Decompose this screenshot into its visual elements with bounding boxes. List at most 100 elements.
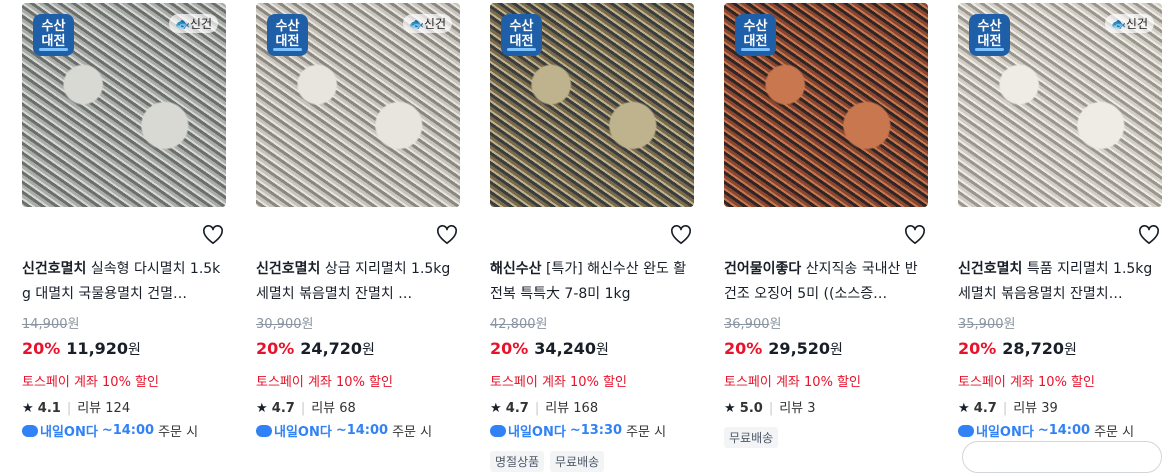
- delivery-cutoff: ~14:00: [101, 423, 155, 438]
- delivery-brand: 내일ON다: [274, 425, 332, 440]
- original-price-value: 30,900: [256, 317, 302, 332]
- delivery-info: 내일ON다 ~13:30 주문 시: [490, 421, 666, 440]
- product-image[interactable]: 수산 대전 🐟신건: [958, 3, 1162, 207]
- sale-price-unit: 원: [128, 342, 141, 358]
- promo-text: 토스페이 계좌 10% 할인: [490, 375, 627, 390]
- next-day-delivery-badge: 내일ON다: [490, 421, 566, 440]
- delivery-brand: 내일ON다: [508, 425, 566, 440]
- truck-icon: [490, 424, 506, 437]
- promo-text: 토스페이 계좌 10% 할인: [256, 375, 393, 390]
- delivery-brand: 내일ON다: [976, 425, 1034, 440]
- badge-label-bottom: 대전: [509, 34, 534, 49]
- product-tag: 무료배송: [550, 451, 605, 472]
- divider: |: [1002, 401, 1008, 416]
- rating-row: ★ 4.7 | 리뷰 168: [490, 397, 598, 416]
- badge-wave-icon: [975, 48, 1004, 51]
- sale-price-value: 28,720: [1002, 339, 1065, 358]
- product-image[interactable]: 수산 대전: [490, 3, 694, 207]
- badge-wave-icon: [507, 48, 536, 51]
- heart-icon[interactable]: [436, 225, 458, 245]
- badge-label-bottom: 대전: [275, 34, 300, 49]
- delivery-suffix: 주문 시: [1094, 425, 1135, 440]
- product-title[interactable]: 신건호멸치 상급 지리멸치 1.5kg 세멸치 볶음멸치 잔멸치 …: [256, 257, 460, 307]
- seller-name: 건어물이좋다: [724, 261, 802, 277]
- original-price: 35,900원: [958, 313, 1015, 332]
- seafood-daejeon-badge: 수산 대전: [33, 14, 74, 56]
- delivery-info: 내일ON다 ~14:00 주문 시: [22, 421, 198, 440]
- original-price-value: 36,900: [724, 317, 770, 332]
- original-price: 14,900원: [22, 313, 79, 332]
- product-title[interactable]: 신건호멸치 특품 지리멸치 1.5kg 세멸치 볶음용멸치 잔멸치…: [958, 257, 1162, 307]
- seller-name: 신건호멸치: [22, 261, 87, 277]
- promo-text: 토스페이 계좌 10% 할인: [724, 375, 861, 390]
- delivery-brand: 내일ON다: [40, 425, 98, 440]
- seafood-daejeon-badge: 수산 대전: [267, 14, 308, 56]
- divider: |: [66, 401, 72, 416]
- seller-logo: 🐟신건: [402, 14, 452, 33]
- star-icon: ★: [256, 401, 268, 416]
- truck-icon: [958, 424, 974, 437]
- promo-text: 토스페이 계좌 10% 할인: [22, 375, 159, 390]
- delivery-suffix: 주문 시: [158, 425, 199, 440]
- heart-icon[interactable]: [202, 225, 224, 245]
- original-price-value: 14,900: [22, 317, 68, 332]
- heart-icon[interactable]: [904, 225, 926, 245]
- original-price-unit: 원: [1003, 317, 1016, 332]
- discount-rate: 20%: [724, 339, 763, 358]
- next-day-delivery-badge: 내일ON다: [256, 421, 332, 440]
- divider: |: [534, 401, 540, 416]
- seller-logo: 🐟신건: [1104, 14, 1154, 33]
- heart-icon[interactable]: [1138, 225, 1160, 245]
- product-card[interactable]: 수산 대전 해신수산 [특가] 해신수산 완도 활전복 특특大 7-8미 1kg…: [490, 3, 694, 472]
- heart-icon[interactable]: [670, 225, 692, 245]
- discount-rate: 20%: [958, 339, 997, 358]
- sale-price-value: 24,720: [300, 339, 363, 358]
- product-title[interactable]: 신건호멸치 실속형 다시멸치 1.5kg 대멸치 국물용멸치 건멸…: [22, 257, 226, 307]
- sale-price-value: 29,520: [768, 339, 831, 358]
- review-count: 리뷰 3: [779, 401, 816, 416]
- product-title[interactable]: 해신수산 [특가] 해신수산 완도 활전복 특특大 7-8미 1kg: [490, 257, 694, 307]
- seafood-daejeon-badge: 수산 대전: [735, 14, 776, 56]
- sale-price-unit: 원: [830, 342, 843, 358]
- recent-products-floating-button[interactable]: [962, 441, 1162, 473]
- product-image[interactable]: 수산 대전 🐟신건: [256, 3, 460, 207]
- product-card[interactable]: 수산 대전 🐟신건 신건호멸치 특품 지리멸치 1.5kg 세멸치 볶음용멸치 …: [958, 3, 1162, 440]
- product-card[interactable]: 수산 대전 🐟신건 신건호멸치 실속형 다시멸치 1.5kg 대멸치 국물용멸치…: [22, 3, 226, 440]
- star-icon: ★: [490, 401, 502, 416]
- seller-name: 신건호멸치: [256, 261, 321, 277]
- badge-wave-icon: [741, 48, 770, 51]
- review-count: 리뷰 124: [77, 401, 131, 416]
- seafood-daejeon-badge: 수산 대전: [501, 14, 542, 56]
- badge-label-top: 수산: [509, 19, 534, 34]
- original-price: 36,900원: [724, 313, 781, 332]
- delivery-suffix: 주문 시: [626, 425, 667, 440]
- seafood-daejeon-badge: 수산 대전: [969, 14, 1010, 56]
- original-price-unit: 원: [769, 317, 782, 332]
- sale-price: 20% 29,520원: [724, 339, 843, 359]
- discount-rate: 20%: [22, 339, 61, 358]
- delivery-suffix: 주문 시: [392, 425, 433, 440]
- rating-row: ★ 4.7 | 리뷰 39: [958, 397, 1058, 416]
- truck-icon: [256, 424, 272, 437]
- star-icon: ★: [958, 401, 970, 416]
- product-image[interactable]: 수산 대전 🐟신건: [22, 3, 226, 207]
- divider: |: [300, 401, 306, 416]
- delivery-info: 내일ON다 ~14:00 주문 시: [256, 421, 432, 440]
- rating-score: 4.7: [505, 401, 529, 416]
- sale-price-value: 11,920: [66, 339, 129, 358]
- product-title[interactable]: 건어물이좋다 산지직송 국내산 반건조 오징어 5미 ((소스증…: [724, 257, 928, 307]
- rating-score: 4.7: [271, 401, 295, 416]
- next-day-delivery-badge: 내일ON다: [22, 421, 98, 440]
- divider: |: [768, 401, 774, 416]
- sale-price: 20% 11,920원: [22, 339, 141, 359]
- badge-label-top: 수산: [275, 19, 300, 34]
- discount-rate: 20%: [490, 339, 529, 358]
- delivery-cutoff: ~14:00: [335, 423, 389, 438]
- sale-price: 20% 28,720원: [958, 339, 1077, 359]
- rating-score: 5.0: [739, 401, 763, 416]
- product-card[interactable]: 수산 대전 건어물이좋다 산지직송 국내산 반건조 오징어 5미 ((소스증… …: [724, 3, 928, 448]
- product-card[interactable]: 수산 대전 🐟신건 신건호멸치 상급 지리멸치 1.5kg 세멸치 볶음멸치 잔…: [256, 3, 460, 440]
- product-image[interactable]: 수산 대전: [724, 3, 928, 207]
- sale-price-value: 34,240: [534, 339, 597, 358]
- original-price-unit: 원: [301, 317, 314, 332]
